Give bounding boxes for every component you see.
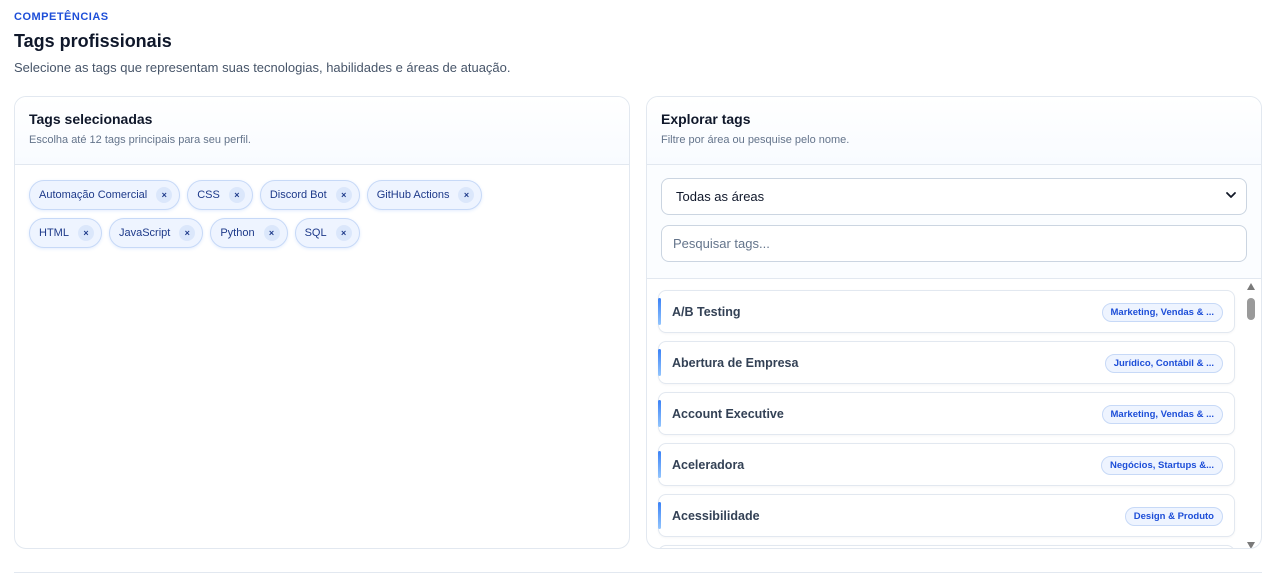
tag-chip-label: Python xyxy=(220,227,255,239)
selected-tag-chip: HTML × xyxy=(29,218,102,248)
tag-result-item-partial[interactable] xyxy=(658,545,1235,548)
area-select[interactable]: Todas as áreas xyxy=(661,178,1247,215)
tag-result-item[interactable]: A/B Testing Marketing, Vendas & ... xyxy=(658,290,1235,333)
tag-result-name: Abertura de Empresa xyxy=(672,355,799,370)
selected-tags-panel: Tags selecionadas Escolha até 12 tags pr… xyxy=(14,96,630,549)
tag-results-list: A/B Testing Marketing, Vendas & ... Aber… xyxy=(647,279,1261,548)
selected-tag-chip: SQL × xyxy=(294,218,360,248)
scroll-up-arrow-icon[interactable] xyxy=(1247,283,1255,290)
remove-tag-icon[interactable]: × xyxy=(77,225,94,241)
selected-tags-title: Tags selecionadas xyxy=(29,111,153,127)
scroll-down-arrow-icon[interactable] xyxy=(1247,542,1255,548)
selected-tag-chip: Discord Bot × xyxy=(259,180,360,210)
remove-tag-icon[interactable]: × xyxy=(335,225,352,241)
explore-tags-description: Filtre por área ou pesquise pelo nome. xyxy=(661,134,850,146)
selected-tags-description: Escolha até 12 tags principais para seu … xyxy=(29,134,251,146)
tag-chip-label: GitHub Actions xyxy=(376,189,450,201)
remove-tag-icon[interactable]: × xyxy=(263,225,280,241)
selected-tag-chip: GitHub Actions × xyxy=(366,180,483,210)
search-tags-input[interactable] xyxy=(661,225,1247,262)
tag-chip-label: SQL xyxy=(304,227,327,239)
scrollbar-thumb[interactable] xyxy=(1247,298,1255,320)
remove-tag-icon[interactable]: × xyxy=(179,225,196,241)
eyebrow-label: COMPETÊNCIAS xyxy=(14,11,109,23)
tag-area-badge: Marketing, Vendas & ... xyxy=(1101,303,1223,322)
tag-result-item[interactable]: Acessibilidade Design & Produto xyxy=(658,494,1235,537)
tag-result-item[interactable]: Account Executive Marketing, Vendas & ..… xyxy=(658,392,1235,435)
tag-area-badge: Negócios, Startups &... xyxy=(1101,456,1223,475)
item-accent-bar xyxy=(658,298,661,325)
tag-area-badge: Design & Produto xyxy=(1124,507,1223,526)
remove-tag-icon[interactable]: × xyxy=(228,187,245,203)
tag-area-badge: Jurídico, Contábil & ... xyxy=(1104,354,1223,373)
selected-tags-header: Tags selecionadas Escolha até 12 tags pr… xyxy=(15,97,629,165)
tag-chip-label: Automação Comercial xyxy=(39,189,148,201)
tag-result-name: A/B Testing xyxy=(672,304,741,319)
area-select-value: Todas as áreas xyxy=(676,189,765,204)
item-accent-bar xyxy=(658,349,661,376)
remove-tag-icon[interactable]: × xyxy=(335,187,352,203)
item-accent-bar xyxy=(658,451,661,478)
tag-result-item[interactable]: Aceleradora Negócios, Startups &... xyxy=(658,443,1235,486)
section-divider xyxy=(14,572,1262,573)
remove-tag-icon[interactable]: × xyxy=(458,187,475,203)
tag-result-name: Account Executive xyxy=(672,406,784,421)
tag-result-name: Aceleradora xyxy=(672,457,745,472)
tag-chip-label: HTML xyxy=(39,227,69,239)
tag-chip-label: CSS xyxy=(197,189,220,201)
selected-tags-list: Automação Comercial × CSS × Discord Bot … xyxy=(15,165,575,263)
chevron-down-icon xyxy=(1226,192,1236,198)
item-accent-bar xyxy=(658,400,661,427)
results-scrollbar[interactable] xyxy=(1245,283,1257,548)
remove-tag-icon[interactable]: × xyxy=(156,187,173,203)
explore-tags-title: Explorar tags xyxy=(661,111,751,127)
explore-tags-header: Explorar tags Filtre por área ou pesquis… xyxy=(647,97,1261,165)
selected-tag-chip: Automação Comercial × xyxy=(29,180,181,210)
explore-tags-panel: Explorar tags Filtre por área ou pesquis… xyxy=(646,96,1262,549)
tag-result-name: Acessibilidade xyxy=(672,508,760,523)
tag-result-item[interactable]: Abertura de Empresa Jurídico, Contábil &… xyxy=(658,341,1235,384)
tag-area-badge: Marketing, Vendas & ... xyxy=(1101,405,1223,424)
page-title: Tags profissionais xyxy=(14,31,172,51)
selected-tag-chip: CSS × xyxy=(187,180,253,210)
selected-tag-chip: JavaScript × xyxy=(108,218,204,248)
item-accent-bar xyxy=(658,502,661,529)
tag-filters: Todas as áreas xyxy=(647,165,1261,279)
page-subtitle: Selecione as tags que representam suas t… xyxy=(14,60,511,75)
selected-tag-chip: Python × xyxy=(210,218,288,248)
tag-chip-label: JavaScript xyxy=(118,227,171,239)
tag-chip-label: Discord Bot xyxy=(269,189,327,201)
